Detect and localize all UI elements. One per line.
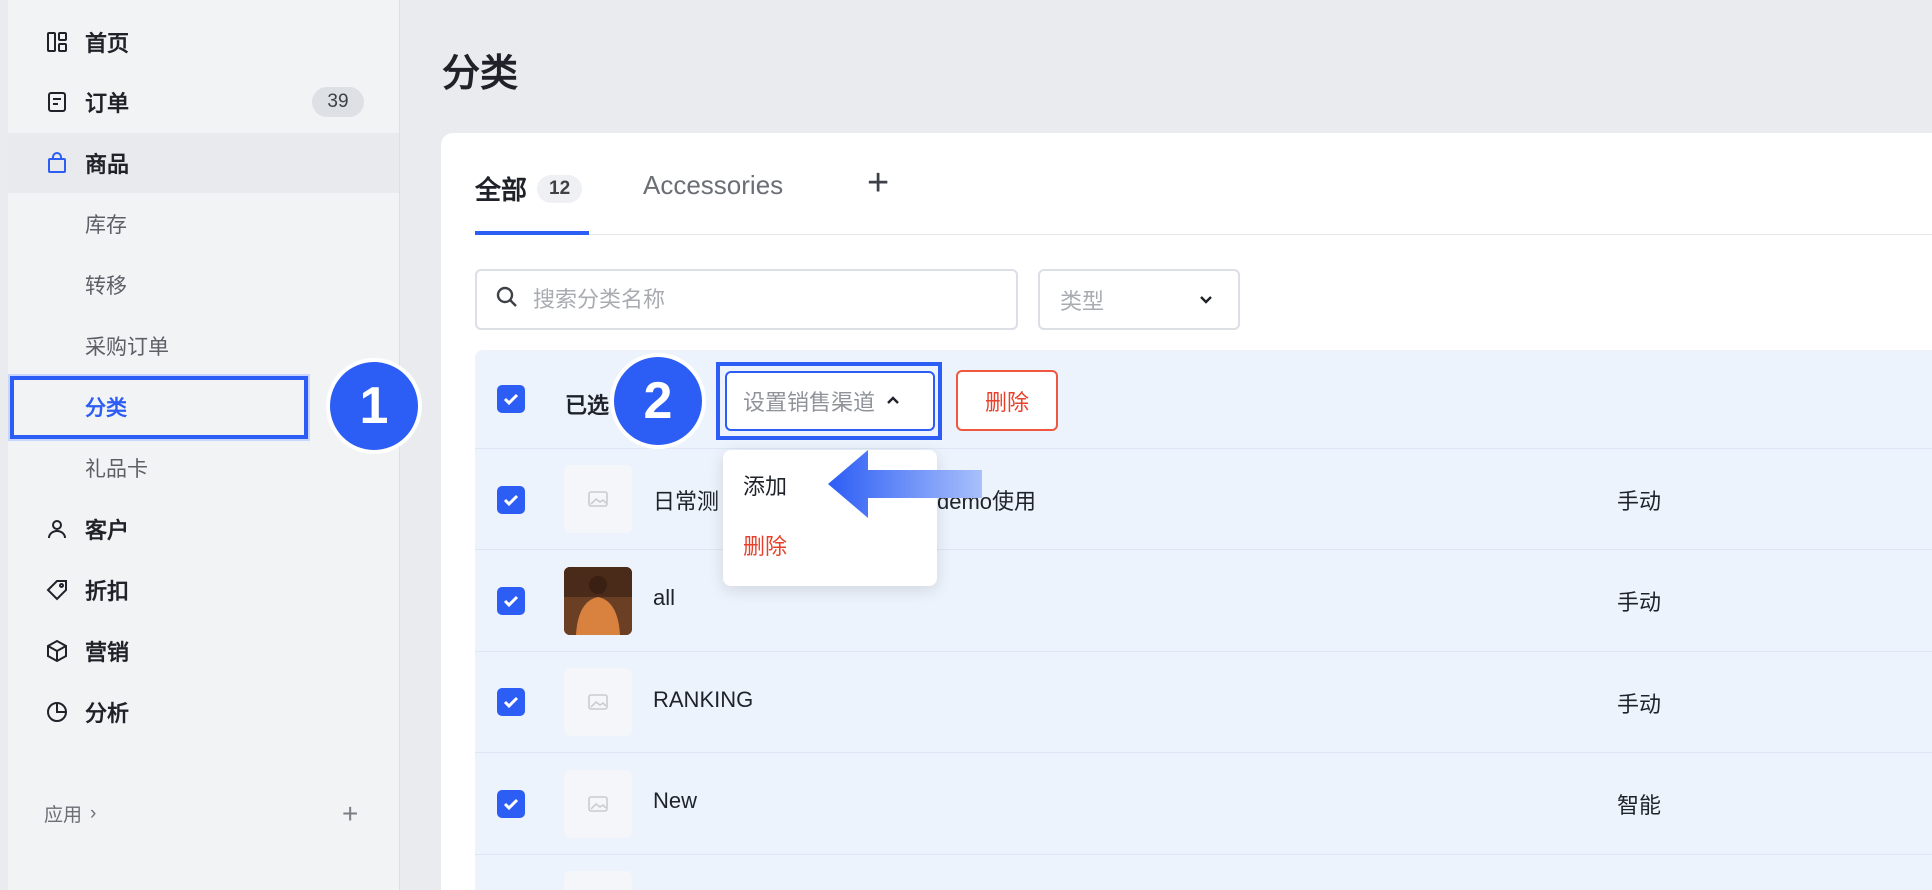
active-tab-indicator	[475, 231, 589, 235]
dashboard-icon	[44, 29, 70, 55]
user-icon	[44, 516, 70, 542]
sidebar-item-inventory[interactable]: 库存	[8, 194, 399, 254]
sidebar-item-analytics[interactable]: 分析	[8, 682, 399, 742]
image-placeholder-icon	[564, 770, 632, 838]
page-title: 分类	[442, 53, 519, 95]
product-photo	[564, 567, 632, 635]
row-name: New	[653, 788, 698, 813]
cube-icon	[44, 638, 70, 664]
tab-all-count: 12	[537, 174, 583, 203]
sidebar-item-label: 礼品卡	[85, 458, 148, 481]
image-placeholder-icon	[564, 668, 632, 736]
sidebar-item-label: 转移	[85, 275, 127, 298]
row-type: 手动	[1617, 590, 1662, 615]
step-marker-1: 1	[330, 362, 418, 450]
row-type: 手动	[1617, 692, 1662, 717]
sidebar-item-transfer[interactable]: 转移	[8, 255, 399, 315]
sidebar: 首页 订单 39 商品 库存 转移 采购订单 分类 礼品卡 客户 折扣 营销 分…	[8, 0, 400, 890]
sidebar-item-home[interactable]: 首页	[8, 12, 399, 72]
tab-all-label: 全部	[475, 175, 528, 205]
pie-chart-icon	[44, 699, 70, 725]
chevron-right-icon: ›	[90, 802, 97, 824]
tab-bar: 全部 12 Accessories +	[475, 160, 1932, 235]
row-checkbox[interactable]	[497, 688, 525, 716]
sidebar-item-label: 首页	[85, 31, 130, 56]
category-table: 已选 日常测 demo使用 手动 all 手动 RANKING 手动 New 智…	[475, 350, 1932, 890]
row-type: 智能	[1617, 793, 1662, 818]
table-row[interactable]: RANKING 手动	[475, 652, 1932, 753]
image-placeholder-icon	[564, 871, 632, 890]
search-input[interactable]	[533, 286, 993, 313]
row-name: RANKING	[653, 687, 754, 712]
search-box	[475, 269, 1018, 330]
apps-label: 应用	[44, 805, 83, 826]
sidebar-item-label: 商品	[85, 152, 130, 177]
type-select-placeholder: 类型	[1060, 288, 1105, 314]
chevron-up-icon	[885, 388, 901, 414]
chevron-down-icon	[1196, 289, 1216, 315]
sidebar-item-label: 订单	[85, 91, 130, 116]
table-row[interactable]: 日常测 demo使用 手动	[475, 449, 1932, 550]
row-checkbox[interactable]	[497, 790, 525, 818]
search-icon	[495, 285, 519, 314]
add-app-button[interactable]: +	[342, 798, 358, 830]
row-type: 手动	[1617, 489, 1662, 514]
sidebar-item-label: 库存	[85, 214, 127, 237]
row-checkbox[interactable]	[497, 587, 525, 615]
row-name: 日常测	[653, 489, 720, 514]
orders-count-badge: 39	[312, 87, 364, 117]
sidebar-item-label: 客户	[85, 518, 130, 543]
sidebar-item-marketing[interactable]: 营销	[8, 621, 399, 681]
bulk-delete-button[interactable]: 删除	[956, 370, 1058, 431]
tag-icon	[44, 577, 70, 603]
sidebar-item-orders[interactable]: 订单 39	[8, 72, 399, 132]
table-row[interactable]: New 智能	[475, 753, 1932, 855]
sidebar-item-products[interactable]: 商品	[8, 133, 399, 193]
sidebar-item-label: 折扣	[85, 579, 130, 604]
sidebar-item-label: 采购订单	[85, 336, 169, 359]
sidebar-item-label: 分析	[85, 701, 130, 726]
menu-item-add[interactable]: 添加	[743, 469, 787, 501]
apps-section-toggle[interactable]: 应用 ›	[44, 800, 96, 827]
tab-all[interactable]: 全部 12	[475, 170, 583, 207]
categories-highlight-frame	[10, 376, 308, 439]
row-checkbox[interactable]	[497, 486, 525, 514]
select-all-checkbox[interactable]	[497, 385, 525, 413]
image-placeholder-icon	[564, 465, 632, 533]
sidebar-item-discounts[interactable]: 折扣	[8, 560, 399, 620]
tab-accessories[interactable]: Accessories	[643, 170, 783, 201]
add-tab-button[interactable]: +	[867, 162, 889, 205]
row-name: all	[653, 585, 676, 610]
step-marker-2: 2	[614, 357, 702, 445]
sidebar-item-label: 营销	[85, 640, 130, 665]
menu-item-delete[interactable]: 删除	[743, 529, 787, 561]
sidebar-item-purchase-orders[interactable]: 采购订单	[8, 316, 399, 376]
type-select[interactable]: 类型	[1038, 269, 1240, 330]
set-sales-channel-label: 设置销售渠道	[743, 390, 876, 415]
table-row[interactable]	[475, 855, 1932, 890]
selected-count-label: 已选	[565, 393, 610, 418]
order-icon	[44, 89, 70, 115]
sidebar-item-gift-cards[interactable]: 礼品卡	[8, 438, 399, 498]
bag-icon	[44, 150, 70, 176]
pointer-arrow-icon	[828, 450, 982, 518]
table-row[interactable]: all 手动	[475, 550, 1932, 652]
sidebar-item-customers[interactable]: 客户	[8, 499, 399, 559]
set-sales-channel-button[interactable]: 设置销售渠道	[725, 371, 935, 431]
